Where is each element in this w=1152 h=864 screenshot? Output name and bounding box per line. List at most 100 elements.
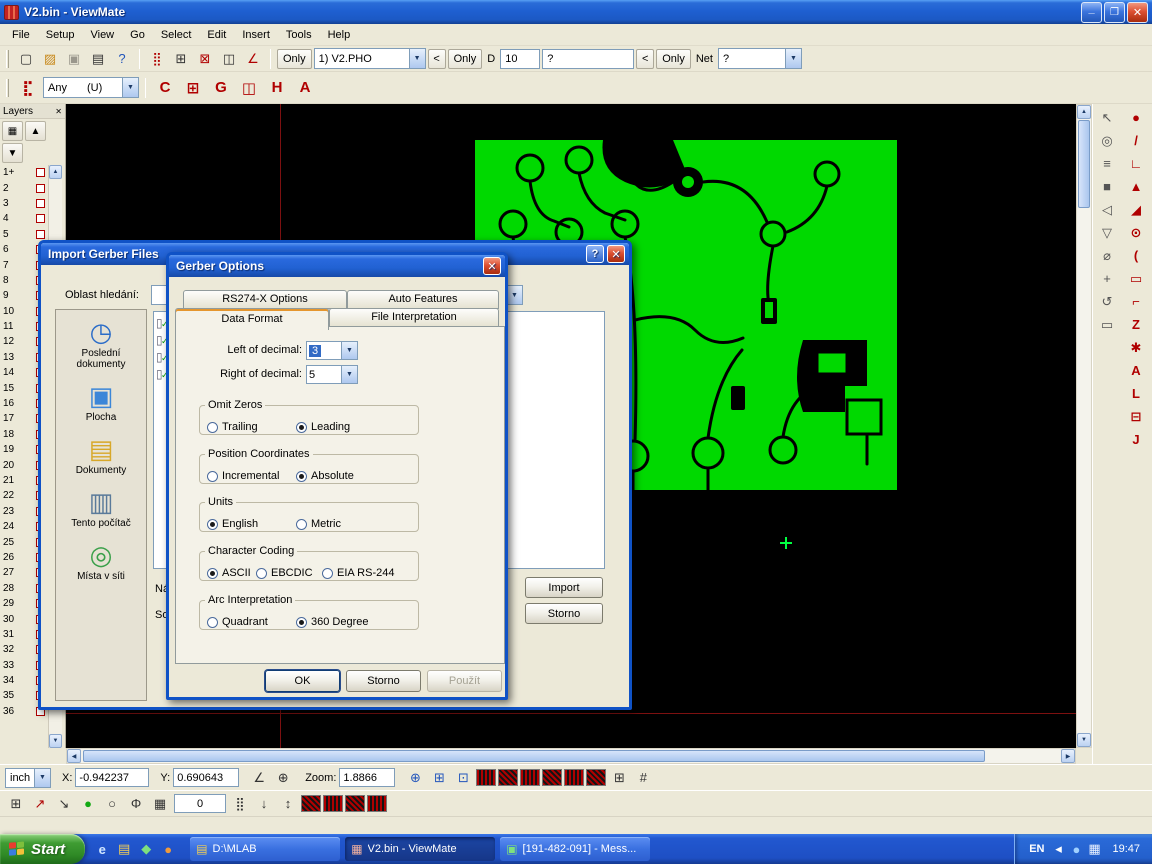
place-item[interactable]: ▤ Dokumenty (59, 435, 143, 476)
hook-tool-icon[interactable]: J (1124, 429, 1148, 450)
radio-trailing[interactable]: Trailing (207, 421, 258, 433)
cancel-button[interactable]: Storno (346, 670, 421, 692)
zigzag-tool-icon[interactable]: Z (1124, 314, 1148, 335)
radio-icon[interactable] (296, 422, 307, 433)
zoom-field[interactable]: 1.8866 (339, 768, 395, 787)
window-select-icon[interactable]: ▭ (1095, 314, 1119, 335)
place-item[interactable]: ◷ Poslední dokumenty (59, 318, 143, 370)
tab-rs274x-options[interactable]: RS274-X Options (183, 290, 347, 309)
redline-up-icon[interactable]: ↗ (29, 794, 51, 814)
menu-item[interactable]: Go (122, 26, 153, 44)
measure-angle-icon[interactable]: ∠ (242, 49, 264, 69)
aperture-icon[interactable]: ⌀ (1095, 245, 1119, 266)
only-dcode-toggle[interactable]: Only (448, 49, 483, 69)
units-combo[interactable]: inch (5, 768, 51, 788)
radio-icon[interactable] (296, 617, 307, 628)
mirror-vertical-icon[interactable]: ▽ (1095, 222, 1119, 243)
zoom-window-icon[interactable]: ⊡ (452, 768, 474, 788)
dcode-table-icon[interactable]: ⣿ (146, 49, 168, 69)
redline-down-icon[interactable]: ↘ (53, 794, 75, 814)
probe-icon[interactable]: Φ (125, 794, 147, 814)
ok-button[interactable]: OK (265, 670, 340, 692)
hash-grid-icon[interactable]: # (632, 768, 654, 788)
layer-color-swatch[interactable] (36, 199, 45, 208)
letter-c-tool-icon[interactable]: C (152, 76, 178, 100)
tab-file-interpretation[interactable]: File Interpretation (329, 308, 499, 327)
radio-icon[interactable] (207, 568, 218, 579)
close-icon[interactable] (607, 245, 625, 263)
measure-diagonal-icon[interactable]: ∠ (248, 768, 270, 788)
origin-icon[interactable]: + (1095, 268, 1119, 289)
chevron-down-icon[interactable] (122, 78, 138, 97)
x-coordinate-field[interactable]: -0.942237 (75, 768, 149, 787)
notch-tool-icon[interactable]: ⌐ (1124, 291, 1148, 312)
snap-center-icon[interactable]: ◎ (1095, 130, 1119, 151)
firefox-icon[interactable]: ● (159, 840, 177, 858)
scroll-left-icon[interactable] (67, 749, 81, 763)
taskbar-task[interactable]: ▦ V2.bin - ViewMate (345, 837, 495, 861)
menu-item[interactable]: Setup (38, 26, 83, 44)
right-of-decimal-combo[interactable]: 5 (306, 365, 358, 384)
messenger-tray-icon[interactable]: ● (1068, 840, 1084, 858)
close-icon[interactable] (55, 106, 62, 117)
radio-icon[interactable] (207, 471, 218, 482)
previous-dcode-button[interactable]: < (428, 49, 446, 69)
only-net-toggle[interactable]: Only (656, 49, 691, 69)
only-layer-toggle[interactable]: Only (277, 49, 312, 69)
dialog-title-bar[interactable]: Gerber Options (169, 255, 505, 277)
pad-flash-tool-icon[interactable]: ● (1124, 107, 1148, 128)
dcode-value-field[interactable]: 10 (500, 49, 540, 69)
tab-data-format[interactable]: Data Format (175, 308, 329, 330)
print-icon[interactable]: ▤ (87, 49, 109, 69)
menu-item[interactable]: Select (153, 26, 200, 44)
net-filter-combo[interactable]: ? (718, 48, 802, 69)
radio-english[interactable]: English (207, 518, 258, 530)
menu-item[interactable]: Insert (234, 26, 278, 44)
layer-combo[interactable]: 1) V2.PHO (314, 48, 426, 69)
hide-tray-chevron-icon[interactable]: ◂ (1050, 840, 1066, 858)
language-indicator[interactable]: EN (1029, 843, 1044, 855)
pan-vertical-icon[interactable]: ↕ (277, 794, 299, 814)
zoom-dcode-icon[interactable]: ⊞ (428, 768, 450, 788)
select-dcodes-icon[interactable]: ⊠ (194, 49, 216, 69)
start-button[interactable]: Start (0, 834, 85, 864)
layer-down-icon[interactable]: ▼ (2, 143, 23, 163)
menu-item[interactable]: Tools (278, 26, 320, 44)
dcode-pattern-6-icon[interactable] (586, 769, 606, 786)
radio-icon[interactable] (296, 519, 307, 530)
rotate-icon[interactable]: ↺ (1095, 291, 1119, 312)
pointer-tool-icon[interactable]: ↖ (1095, 107, 1119, 128)
grid-table-icon[interactable]: ▦ (149, 794, 171, 814)
place-item[interactable]: ◎ Místa v síti (59, 541, 143, 582)
arc-tool-icon[interactable]: ( (1124, 245, 1148, 266)
menu-item[interactable]: Help (320, 26, 359, 44)
explorer-icon[interactable]: ▤ (115, 840, 133, 858)
layer-row[interactable]: 4 (0, 211, 48, 226)
help-icon[interactable] (586, 245, 604, 263)
taskbar-task[interactable]: ▤ D:\MLAB (190, 837, 340, 861)
pad-grid-tool-icon[interactable]: ⊞ (180, 76, 206, 100)
radio-metric[interactable]: Metric (296, 518, 341, 530)
radio-ascii[interactable]: ASCII (207, 567, 251, 579)
vertical-scroll-thumb[interactable] (1078, 120, 1090, 208)
layer-row[interactable]: 1+ (0, 165, 48, 180)
line-tool-icon[interactable]: / (1124, 130, 1148, 151)
wedge-tool-icon[interactable]: ◢ (1124, 199, 1148, 220)
split-pads-tool-icon[interactable]: ◫ (236, 76, 262, 100)
layer-table-icon[interactable]: ▦ (2, 121, 23, 141)
layer-color-swatch[interactable] (36, 168, 45, 177)
menu-item[interactable]: File (4, 26, 38, 44)
net-list-icon[interactable]: ≡ (1095, 153, 1119, 174)
dcode-pattern-7-icon[interactable] (301, 795, 321, 812)
context-help-icon[interactable]: ? (111, 49, 133, 69)
display-tray-icon[interactable]: ▦ (1086, 840, 1102, 858)
letter-a-tool-icon[interactable]: A (292, 76, 318, 100)
radio-icon[interactable] (322, 568, 333, 579)
grid-step-field[interactable]: 0 (174, 794, 226, 813)
chevron-down-icon[interactable] (341, 342, 357, 359)
close-icon[interactable] (483, 257, 501, 275)
scroll-right-icon[interactable] (1061, 749, 1075, 763)
chevron-down-icon[interactable] (34, 769, 50, 787)
minimize-icon[interactable] (1081, 2, 1102, 23)
circle-tool-icon[interactable]: ⊙ (1124, 222, 1148, 243)
